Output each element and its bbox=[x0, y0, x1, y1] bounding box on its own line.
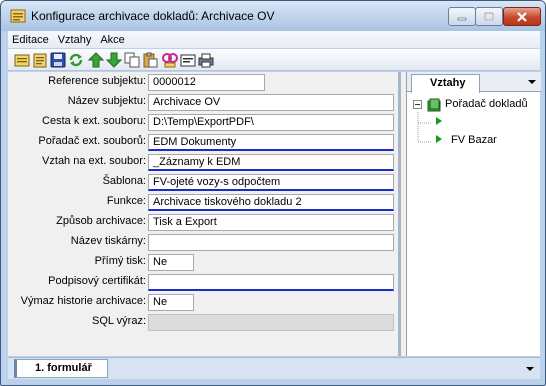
card-icon[interactable] bbox=[180, 52, 196, 68]
play-icon bbox=[436, 135, 442, 143]
up-arrow-icon[interactable] bbox=[88, 52, 104, 68]
menu-bar: Editace Vztahy Akce bbox=[8, 31, 540, 48]
tree-item[interactable]: FV Bazar bbox=[435, 134, 497, 147]
vymaz-historie-archivace-field[interactable]: Ne bbox=[148, 294, 194, 311]
row-reference-subjektu: Reference subjektu: 0000012 bbox=[8, 74, 398, 91]
row-cesta-k-ext-souboru: Cesta k ext. souboru: D:\Temp\ExportPDF\ bbox=[8, 114, 398, 131]
row-podpisovy-certifikat: Podpisový certifikát: bbox=[8, 274, 398, 291]
field-label: Název tiskárny: bbox=[70, 235, 146, 247]
nazev-subjektu-field[interactable]: Archivace OV bbox=[148, 94, 394, 111]
row-vymaz-historie-archivace: Výmaz historie archivace: Ne bbox=[8, 294, 398, 311]
vztah-na-ext-soubor-field[interactable]: _Záznamy k EDM bbox=[148, 154, 394, 171]
funkce-field[interactable]: Archivace tiskového dokladu 2 bbox=[148, 194, 394, 211]
copy-icon[interactable] bbox=[124, 52, 140, 68]
chevron-down-icon[interactable] bbox=[526, 367, 534, 371]
sql-vyraz-field bbox=[148, 314, 394, 331]
menu-editace[interactable]: Editace bbox=[8, 34, 54, 46]
minimize-icon bbox=[457, 17, 467, 20]
menu-akce[interactable]: Akce bbox=[96, 34, 129, 46]
chevron-down-icon[interactable] bbox=[528, 80, 536, 84]
form-panel: Reference subjektu: 0000012 Název subjek… bbox=[8, 72, 401, 356]
row-funkce: Funkce: Archivace tiskového dokladu 2 bbox=[8, 194, 398, 211]
link-icon[interactable] bbox=[162, 52, 178, 68]
field-label: Funkce: bbox=[106, 195, 146, 207]
tab-vztahy-label: Vztahy bbox=[430, 77, 466, 89]
tab-1-formular[interactable]: 1. formulář bbox=[14, 359, 108, 378]
title-bar[interactable]: Konfigurace archivace dokladů: Archivace… bbox=[1, 1, 545, 31]
tree-root-label: Pořadač dokladů bbox=[445, 98, 528, 110]
play-icon bbox=[436, 117, 442, 125]
refresh-icon[interactable] bbox=[68, 52, 84, 68]
reference-subjektu-field[interactable]: 0000012 bbox=[148, 74, 265, 91]
tree-item-label: FV Bazar bbox=[451, 134, 497, 146]
cesta-k-ext-souboru-field[interactable]: D:\Temp\ExportPDF\ bbox=[148, 114, 394, 131]
collapse-icon[interactable] bbox=[413, 100, 422, 109]
row-nazev-subjektu: Název subjektu: Archivace OV bbox=[8, 94, 398, 111]
field-label: Cesta k ext. souboru: bbox=[42, 115, 146, 127]
zpusob-archivace-field[interactable]: Tisk a Export bbox=[148, 214, 394, 231]
row-primy-tisk: Přímý tisk: Ne bbox=[8, 254, 398, 271]
field-label: Způsob archivace: bbox=[56, 215, 146, 227]
bottom-tabbar: 1. formulář bbox=[8, 357, 540, 379]
relations-tabbar: Vztahy bbox=[407, 72, 541, 93]
app-icon bbox=[10, 9, 26, 23]
poradac-ext-souboru-field[interactable]: EDM Dokumenty bbox=[148, 134, 394, 151]
row-zpusob-archivace: Způsob archivace: Tisk a Export bbox=[8, 214, 398, 231]
paste-icon[interactable] bbox=[142, 52, 158, 68]
podpisovy-certifikat-field[interactable] bbox=[148, 274, 394, 291]
new-icon[interactable] bbox=[14, 52, 30, 68]
row-sablona: Šablona: FV-ojeté vozy-s odpočtem bbox=[8, 174, 398, 191]
tab-1-formular-label: 1. formulář bbox=[35, 362, 92, 374]
toolbar bbox=[8, 49, 540, 71]
row-vztah-na-ext-soubor: Vztah na ext. soubor: _Záznamy k EDM bbox=[8, 154, 398, 171]
window-title: Konfigurace archivace dokladů: Archivace… bbox=[31, 9, 275, 23]
save-icon[interactable] bbox=[50, 52, 66, 68]
tree-item[interactable] bbox=[435, 116, 443, 129]
maximize-icon bbox=[484, 12, 494, 21]
field-label: Název subjektu: bbox=[67, 95, 146, 107]
row-nazev-tiskarny: Název tiskárny: bbox=[8, 234, 398, 251]
down-arrow-icon[interactable] bbox=[106, 52, 122, 68]
panel-splitter[interactable] bbox=[398, 72, 401, 356]
field-label: Šablona: bbox=[102, 175, 146, 187]
app-window: Konfigurace archivace dokladů: Archivace… bbox=[0, 0, 546, 386]
row-poradac-ext-souboru: Pořadač ext. souborů: EDM Dokumenty bbox=[8, 134, 398, 151]
menu-vztahy[interactable]: Vztahy bbox=[54, 34, 97, 46]
row-sql-vyraz: SQL výraz: bbox=[8, 314, 398, 331]
print-icon[interactable] bbox=[198, 52, 214, 68]
relations-panel: Vztahy Pořadač dokladů FV Bazar bbox=[406, 72, 541, 356]
folder-icon bbox=[427, 98, 441, 112]
nazev-tiskarny-field[interactable] bbox=[148, 234, 394, 251]
sablona-field[interactable]: FV-ojeté vozy-s odpočtem bbox=[148, 174, 394, 191]
field-label: SQL výraz: bbox=[92, 315, 146, 327]
field-label: Pořadač ext. souborů: bbox=[38, 135, 146, 147]
field-label: Podpisový certifikát: bbox=[48, 275, 146, 287]
open-icon[interactable] bbox=[32, 52, 48, 68]
maximize-button[interactable] bbox=[475, 7, 503, 26]
field-label: Přímý tisk: bbox=[94, 255, 146, 267]
close-button[interactable] bbox=[503, 7, 541, 26]
minimize-button[interactable] bbox=[448, 7, 476, 26]
tab-vztahy[interactable]: Vztahy bbox=[411, 74, 480, 93]
field-label: Reference subjektu: bbox=[48, 75, 146, 87]
field-label: Vztah na ext. soubor: bbox=[42, 155, 146, 167]
close-icon bbox=[517, 11, 527, 22]
primy-tisk-field[interactable]: Ne bbox=[148, 254, 194, 271]
field-label: Výmaz historie archivace: bbox=[20, 295, 146, 307]
content-area: Reference subjektu: 0000012 Název subjek… bbox=[8, 72, 541, 356]
